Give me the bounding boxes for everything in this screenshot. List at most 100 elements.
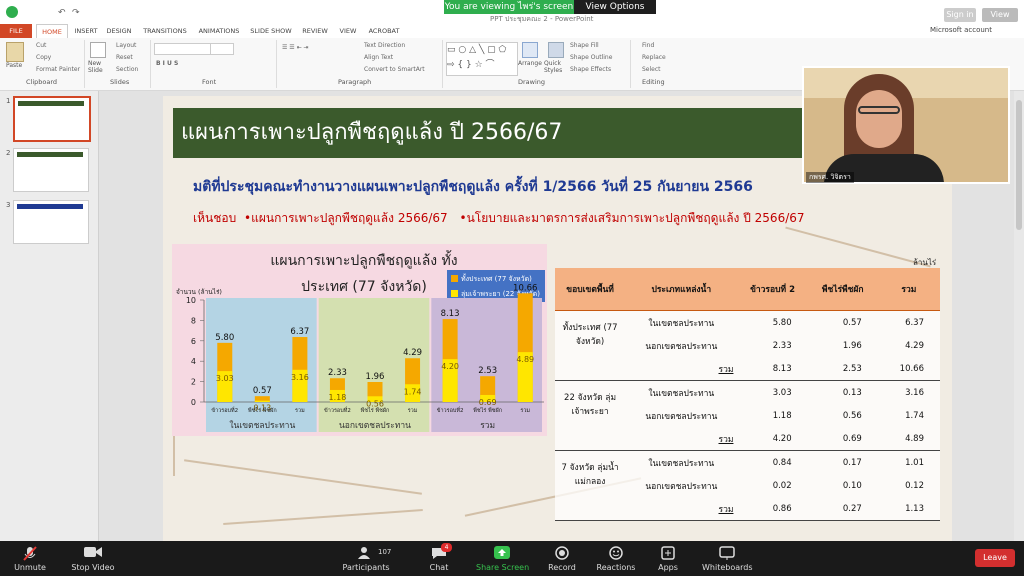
column-header: ข้าวรอบที่ 2: [737, 268, 808, 311]
sign-in-button[interactable]: Sign in: [944, 8, 976, 22]
microphone-muted-icon: [23, 546, 37, 561]
person-face: [856, 90, 902, 148]
data-label-chao-phraya: 1.18: [329, 393, 347, 402]
tab-home[interactable]: HOME: [36, 24, 68, 39]
slide-thumbnail-1[interactable]: [13, 96, 91, 142]
value-cell: 0.13: [807, 380, 878, 404]
data-label-chao-phraya: 3.03: [216, 374, 234, 383]
unmute-button[interactable]: Unmute: [10, 541, 50, 576]
webcam-video[interactable]: [802, 66, 1010, 184]
paste-button[interactable]: Paste: [6, 62, 22, 69]
share-screen-button[interactable]: Share Screen: [476, 541, 529, 576]
y-tick-label: 2: [191, 378, 196, 387]
tab-design[interactable]: DESIGN: [104, 24, 134, 38]
shape-effects-button[interactable]: Shape Effects: [570, 66, 611, 73]
data-label-chao-phraya: 4.89: [516, 355, 534, 364]
reset-button[interactable]: Reset: [116, 54, 133, 61]
y-tick-label: 4: [191, 357, 196, 366]
tab-transitions[interactable]: TRANSITIONS: [140, 24, 190, 38]
convert-smartart-button[interactable]: Convert to SmartArt: [364, 66, 425, 73]
arrange-icon[interactable]: [522, 42, 538, 58]
y-tick-label: 0: [191, 398, 196, 407]
x-tick-label: รวม: [408, 408, 418, 414]
scrollbar-thumb[interactable]: [1016, 100, 1022, 230]
new-slide-icon[interactable]: [90, 42, 106, 58]
participants-button[interactable]: Participants: [340, 541, 392, 576]
data-label-total: 0.57: [253, 386, 272, 396]
format-painter-button[interactable]: Format Painter: [36, 66, 80, 73]
x-tick-label: รวม: [520, 408, 530, 414]
find-button[interactable]: Find: [642, 42, 654, 49]
record-label: Record: [548, 563, 576, 572]
ribbon-tabs: FILE HOME INSERT DESIGN TRANSITIONS ANIM…: [0, 24, 1024, 39]
value-cell: 6.37: [877, 310, 940, 334]
bar-chao-phraya: [254, 400, 270, 402]
select-button[interactable]: Select: [642, 66, 661, 73]
area-cell: ทั้งประเทศ (77 จังหวัด): [555, 310, 626, 357]
tab-insert[interactable]: INSERT: [72, 24, 100, 38]
cut-button[interactable]: Cut: [36, 42, 46, 49]
account-label[interactable]: Microsoft account: [930, 26, 992, 34]
replace-button[interactable]: Replace: [642, 54, 666, 61]
thumbnail-number: 3: [6, 201, 11, 209]
column-header: ขอบเขตพื้นที่: [555, 268, 626, 311]
value-cell: 3.03: [737, 380, 808, 404]
apps-button[interactable]: Apps: [654, 541, 682, 576]
table-row: 22 จังหวัด ลุ่มเจ้าพระยา ในเขตชลประทาน 3.0…: [555, 380, 940, 427]
tab-acrobat[interactable]: ACROBAT: [366, 24, 402, 38]
value-cell: 0.56: [807, 404, 878, 427]
value-cell: 3.16: [877, 380, 940, 404]
view-options-button[interactable]: View Options: [574, 0, 656, 14]
align-text-button[interactable]: Align Text: [364, 54, 393, 61]
tab-view[interactable]: VIEW: [336, 24, 360, 38]
whiteboards-button[interactable]: Whiteboards: [702, 541, 753, 576]
section-button[interactable]: Section: [116, 66, 138, 73]
reactions-button[interactable]: Reactions: [596, 541, 636, 576]
text-direction-button[interactable]: Text Direction: [364, 42, 405, 49]
data-label-total: 4.29: [403, 348, 422, 358]
value-cell: 10.66: [877, 357, 940, 381]
redo-icon[interactable]: ↷: [72, 8, 80, 18]
leave-button[interactable]: Leave: [975, 549, 1015, 567]
layout-button[interactable]: Layout: [116, 42, 136, 49]
value-cell: 1.18: [737, 404, 808, 427]
shape-outline-button[interactable]: Shape Outline: [570, 54, 612, 61]
x-tick-label: พืชไร่ พืชผัก: [473, 407, 502, 414]
table-row: รวม 0.86 0.27 1.13: [555, 497, 940, 521]
quick-styles-button[interactable]: Quick Styles: [544, 60, 566, 74]
bold-icon[interactable]: B I U S: [156, 60, 178, 67]
data-label-total: 10.66: [513, 284, 537, 293]
stop-video-button[interactable]: Stop Video: [66, 541, 120, 576]
undo-icon[interactable]: ↶: [58, 8, 66, 18]
apps-label: Apps: [658, 563, 678, 572]
value-cell: 8.13: [737, 357, 808, 381]
value-cell: 2.53: [807, 357, 878, 381]
tab-slide-show[interactable]: SLIDE SHOW: [248, 24, 294, 38]
slide-thumbnail-3[interactable]: [13, 200, 89, 244]
tab-animations[interactable]: ANIMATIONS: [196, 24, 242, 38]
new-slide-button[interactable]: New Slide: [88, 60, 108, 74]
table-header-row: ขอบเขตพื้นที่ ประเภทแหล่งน้ำ ข้าวรอบที่ …: [555, 268, 940, 311]
tab-file[interactable]: FILE: [0, 24, 32, 38]
stop-video-label: Stop Video: [71, 563, 115, 572]
copy-button[interactable]: Copy: [36, 54, 51, 61]
bullets-icon[interactable]: ☰ ☰ ⇤ ⇥: [282, 44, 309, 51]
value-cell: 0.10: [807, 474, 878, 497]
font-size-field[interactable]: [210, 43, 234, 55]
webcam-name-label: กพรศ. วิจิตรา: [806, 172, 854, 183]
shapes-gallery[interactable]: ▭ ○ △ ╲ ▢ ⬠ ⇨ { } ☆ ⌒: [446, 42, 518, 76]
shape-fill-button[interactable]: Shape Fill: [570, 42, 599, 49]
slide-thumbnail-2[interactable]: [13, 148, 89, 192]
arrange-button[interactable]: Arrange: [518, 60, 542, 67]
water-source-cell: ในเขตชลประทาน: [625, 310, 738, 334]
record-button[interactable]: Record: [544, 541, 580, 576]
value-cell: 1.01: [877, 450, 940, 474]
y-axis-label: จำนวน (ล้านไร่): [176, 288, 222, 296]
water-source-cell: นอกเขตชลประทาน: [625, 334, 738, 357]
quick-styles-icon[interactable]: [548, 42, 564, 58]
view-button[interactable]: View: [982, 8, 1018, 22]
slide-title: แผนการเพาะปลูกพืชฤดูแล้ง ปี 2566/67: [173, 108, 813, 158]
paste-icon[interactable]: [6, 42, 24, 62]
tab-review[interactable]: REVIEW: [300, 24, 330, 38]
y-tick-label: 6: [191, 337, 196, 346]
